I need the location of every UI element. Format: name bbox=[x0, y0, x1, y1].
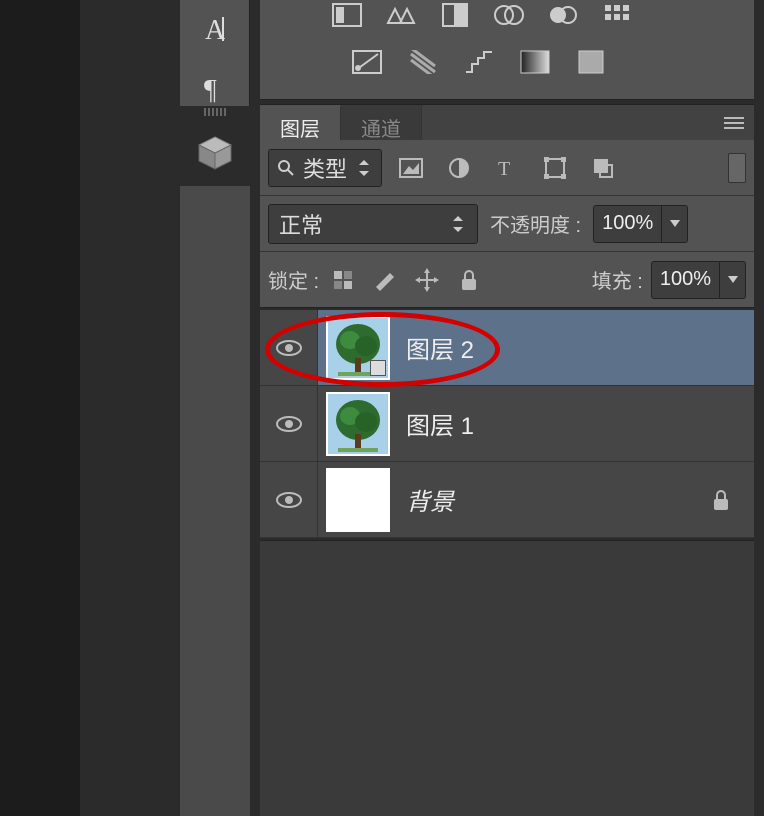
posterize-icon[interactable] bbox=[406, 48, 440, 76]
vibrance-icon[interactable] bbox=[384, 1, 418, 29]
adjustments-panel bbox=[260, 0, 754, 100]
layer-name[interactable]: 背景 bbox=[406, 482, 454, 517]
layer-filter-row: 类型 T bbox=[260, 140, 754, 196]
eye-icon bbox=[276, 491, 302, 509]
type-tool[interactable]: A bbox=[180, 0, 250, 60]
layer-thumbnail[interactable] bbox=[326, 316, 390, 380]
layers-list: 图层 2 图层 1 背景 bbox=[260, 310, 754, 538]
layer-name[interactable]: 图层 2 bbox=[406, 330, 474, 365]
color-balance-icon[interactable] bbox=[492, 1, 526, 29]
layer-name[interactable]: 图层 1 bbox=[406, 406, 474, 441]
layer-thumbnail[interactable] bbox=[326, 392, 390, 456]
opacity-value[interactable]: 100% bbox=[593, 205, 662, 243]
lock-all-icon[interactable] bbox=[455, 266, 483, 294]
eye-icon bbox=[276, 415, 302, 433]
hue-sat-icon[interactable] bbox=[438, 1, 472, 29]
chevron-updown-icon bbox=[449, 215, 467, 233]
filter-type-select[interactable]: 类型 bbox=[268, 149, 382, 187]
left-toolbar: A ¶ bbox=[180, 0, 250, 106]
left-strip-bg bbox=[180, 186, 250, 816]
opacity-label: 不透明度 : bbox=[490, 209, 581, 238]
filter-toggle[interactable] bbox=[728, 153, 746, 183]
tab-channels[interactable]: 通道 bbox=[341, 105, 422, 140]
threshold-icon[interactable] bbox=[462, 48, 496, 76]
panel-menu-icon[interactable] bbox=[714, 105, 754, 140]
lock-label: 锁定 : bbox=[268, 265, 319, 294]
filter-shape-icon[interactable] bbox=[540, 153, 570, 183]
lock-pixels-icon[interactable] bbox=[329, 266, 357, 294]
visibility-toggle[interactable] bbox=[260, 462, 318, 537]
bw-icon[interactable] bbox=[546, 1, 580, 29]
invert-icon[interactable] bbox=[350, 48, 384, 76]
photo-filter-icon[interactable] bbox=[600, 1, 634, 29]
grip-handle[interactable] bbox=[185, 108, 245, 118]
blend-mode-select[interactable]: 正常 bbox=[268, 204, 478, 244]
lock-move-icon[interactable] bbox=[413, 266, 441, 294]
fill-label: 填充 : bbox=[592, 265, 643, 294]
chevron-updown-icon bbox=[355, 159, 373, 177]
filter-smart-icon[interactable] bbox=[588, 153, 618, 183]
blend-mode-value: 正常 bbox=[279, 208, 323, 240]
search-icon bbox=[277, 159, 295, 177]
filter-adjust-icon[interactable] bbox=[444, 153, 474, 183]
tab-layers[interactable]: 图层 bbox=[260, 105, 341, 140]
fill-stepper[interactable] bbox=[720, 261, 746, 299]
lock-icon bbox=[712, 489, 734, 511]
panel-tabs: 图层 通道 bbox=[260, 104, 754, 140]
visibility-toggle[interactable] bbox=[260, 386, 318, 461]
layer-row[interactable]: 背景 bbox=[260, 462, 754, 538]
visibility-toggle[interactable] bbox=[260, 310, 318, 385]
svg-text:¶: ¶ bbox=[204, 75, 217, 105]
exposure-icon[interactable] bbox=[330, 1, 364, 29]
svg-text:T: T bbox=[498, 158, 510, 178]
layers-empty-area bbox=[260, 540, 754, 816]
blend-row: 正常 不透明度 : 100% bbox=[260, 196, 754, 252]
fill-value[interactable]: 100% bbox=[651, 261, 720, 299]
opacity-stepper[interactable] bbox=[662, 205, 688, 243]
cube-3d-icon[interactable] bbox=[190, 125, 240, 180]
canvas-area bbox=[0, 0, 80, 816]
selective-color-icon[interactable] bbox=[574, 48, 608, 76]
lock-row: 锁定 : 填充 : 100% bbox=[260, 252, 754, 308]
lock-brush-icon[interactable] bbox=[371, 266, 399, 294]
layer-row[interactable]: 图层 2 bbox=[260, 310, 754, 386]
eye-icon bbox=[276, 339, 302, 357]
filter-type-icon[interactable]: T bbox=[492, 153, 522, 183]
gradient-map-icon[interactable] bbox=[518, 48, 552, 76]
layers-panel: 类型 T 正常 不透明度 : 100% 锁定 bbox=[260, 140, 754, 308]
filter-type-label: 类型 bbox=[303, 152, 347, 184]
layer-row[interactable]: 图层 1 bbox=[260, 386, 754, 462]
filter-pixel-icon[interactable] bbox=[396, 153, 426, 183]
layer-thumbnail[interactable] bbox=[326, 468, 390, 532]
